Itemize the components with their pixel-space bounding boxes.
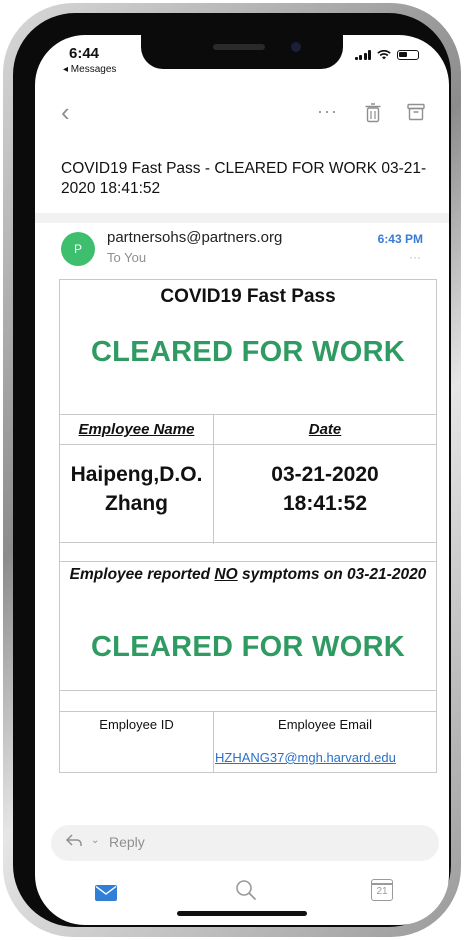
speaker: [213, 44, 265, 50]
card-title: COVID19 Fast Pass: [160, 286, 336, 307]
row-divider: [60, 690, 436, 691]
mail-toolbar: ‹ ···: [35, 95, 449, 135]
employee-name-header: Employee Name: [78, 421, 195, 438]
calendar-icon-header: [372, 883, 392, 885]
mail-icon[interactable]: [95, 885, 117, 901]
email-subject: COVID19 Fast Pass - CLEARED FOR WORK 03-…: [61, 160, 427, 197]
reply-options-chevron-icon[interactable]: ⌄: [91, 835, 99, 846]
battery-icon: [397, 50, 419, 60]
cleared-status-top: CLEARED FOR WORK: [90, 336, 406, 368]
phone-frame: 6:44 ◂ Messages ‹ ··· COVID19 Fast Pass …: [3, 3, 461, 937]
reply-arrow-icon[interactable]: [65, 833, 83, 847]
cleared-status-bottom: CLEARED FOR WORK: [90, 631, 406, 663]
reply-bar[interactable]: ⌄ Reply: [51, 825, 439, 861]
system-icons: [354, 50, 419, 60]
employee-id-header: Employee ID: [99, 717, 174, 732]
recipient-label: To You: [107, 250, 147, 265]
header-divider: [35, 213, 449, 223]
calendar-day: 21: [376, 886, 388, 897]
trash-icon[interactable]: [365, 103, 381, 123]
employee-email-header: Employee Email: [278, 717, 372, 732]
fast-pass-card: COVID19 Fast Pass CLEARED FOR WORK Emplo…: [59, 279, 437, 773]
row-divider: [60, 561, 436, 562]
calendar-icon[interactable]: 21: [371, 879, 393, 901]
reply-input[interactable]: Reply: [109, 834, 145, 850]
row-divider: [60, 414, 436, 415]
screen: 6:44 ◂ Messages ‹ ··· COVID19 Fast Pass …: [35, 35, 449, 925]
status-time: 6:44: [69, 45, 100, 62]
received-time: 6:43 PM: [377, 232, 423, 246]
wifi-icon: [377, 50, 391, 60]
sender-avatar[interactable]: P: [61, 232, 95, 266]
row-divider: [60, 711, 436, 712]
back-chevron-icon[interactable]: ‹: [61, 99, 70, 125]
message-more-icon[interactable]: ···: [409, 250, 421, 264]
date-value: 03-21-2020 18:41:52: [271, 463, 379, 515]
notch: [141, 35, 343, 69]
employee-email-link[interactable]: HZHANG37@mgh.harvard.edu: [215, 750, 396, 765]
symptom-report: Employee reported NO symptoms on 03-21-2…: [69, 566, 427, 583]
bottom-tab-bar: 21: [35, 875, 449, 915]
more-icon[interactable]: ···: [317, 101, 338, 122]
home-indicator[interactable]: [177, 911, 307, 916]
phone-bezel: 6:44 ◂ Messages ‹ ··· COVID19 Fast Pass …: [13, 13, 451, 927]
row-divider: [60, 444, 436, 445]
camera: [291, 42, 301, 52]
sender-address[interactable]: partnersohs@partners.org: [107, 229, 282, 246]
back-to-app-link[interactable]: ◂ Messages: [63, 64, 116, 75]
search-icon[interactable]: [235, 879, 257, 901]
employee-name-value: Haipeng,D.O. Zhang: [70, 463, 203, 515]
date-header: Date: [308, 421, 342, 438]
archive-icon[interactable]: [407, 103, 425, 121]
signal-icon: [354, 50, 371, 60]
row-divider: [60, 542, 436, 543]
